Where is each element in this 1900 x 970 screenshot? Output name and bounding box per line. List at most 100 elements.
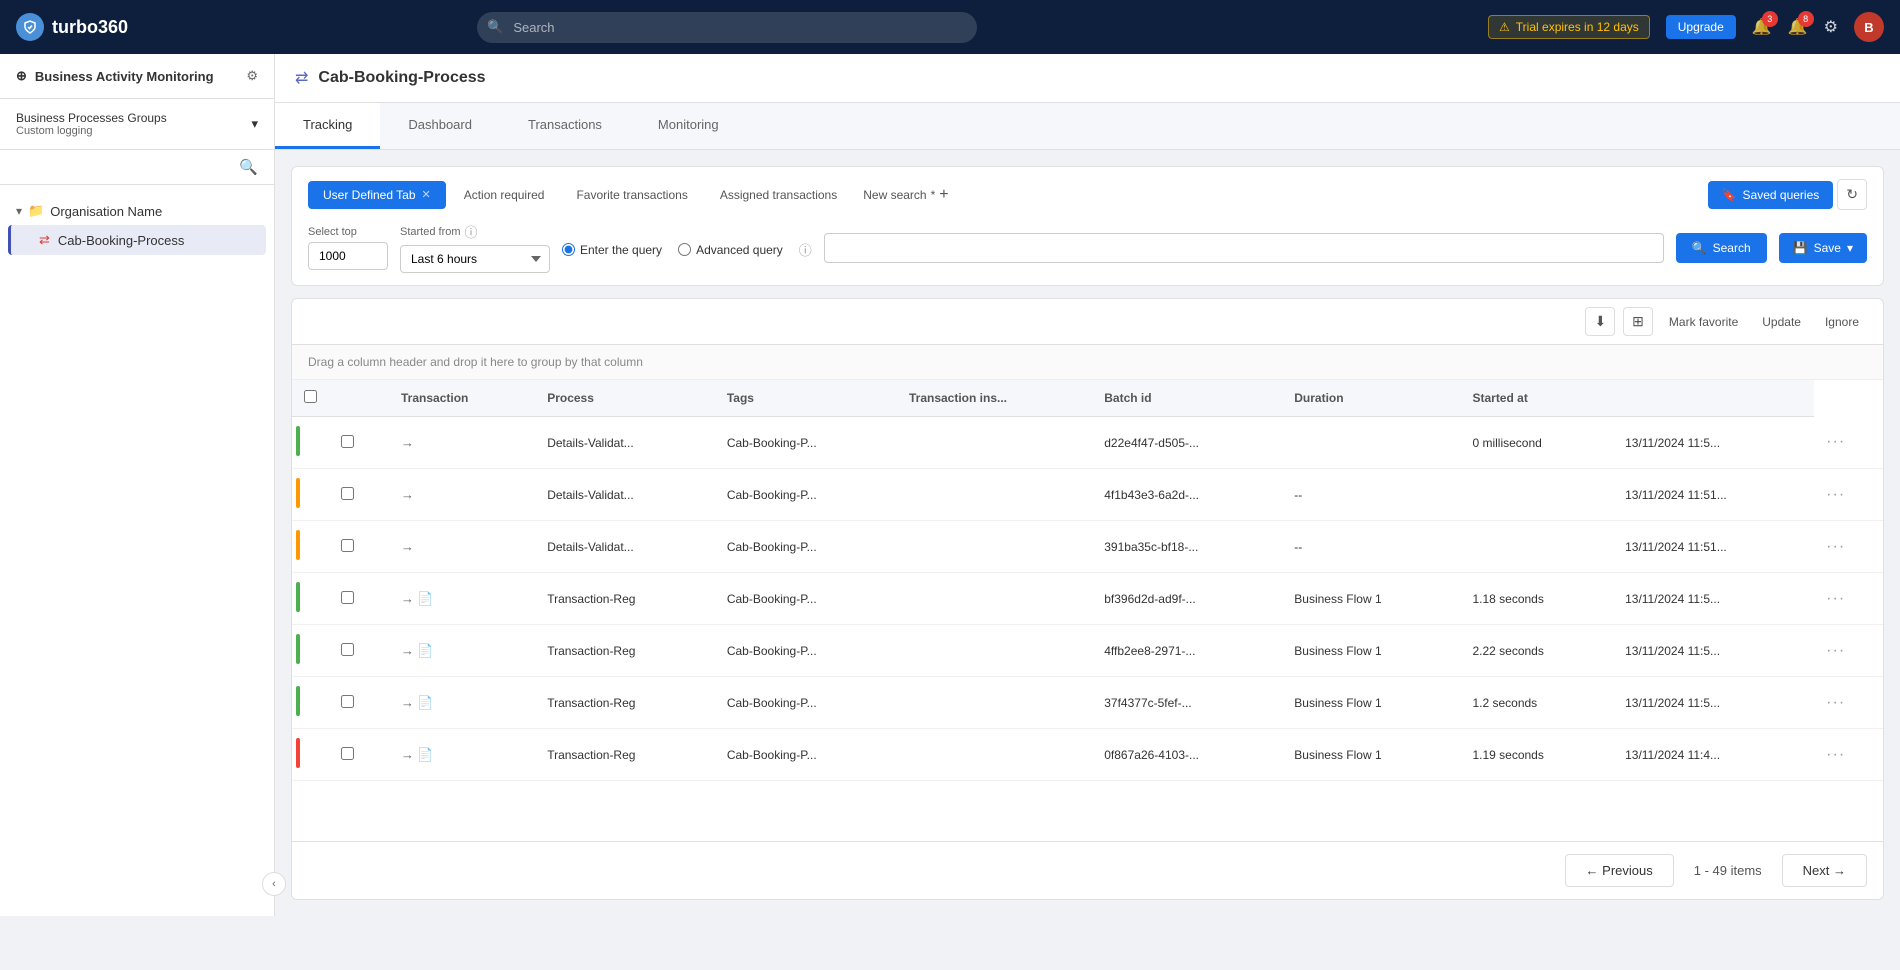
sub-tab-new-search[interactable]: New search * +	[855, 180, 956, 210]
transaction-cell: Transaction-Reg	[535, 625, 715, 677]
radio-advanced-query[interactable]: Advanced query	[678, 243, 783, 257]
row-doc-icon[interactable]: 📄	[417, 747, 433, 762]
sub-tab-user-defined[interactable]: User Defined Tab ✕	[308, 181, 446, 209]
col-transaction[interactable]: Transaction	[389, 380, 535, 417]
sidebar-settings-icon[interactable]: ⚙	[246, 68, 258, 84]
table-toolbar: ⬇ ⊞ Mark favorite Update Ignore	[292, 299, 1883, 345]
mark-favorite-button[interactable]: Mark favorite	[1661, 310, 1746, 334]
col-transaction-ins[interactable]: Transaction ins...	[897, 380, 1092, 417]
row-arrow-icon[interactable]: →	[401, 539, 414, 554]
tags-cell	[897, 677, 1092, 729]
row-actions-cell: →	[389, 417, 535, 469]
row-more-button[interactable]: ···	[1826, 538, 1845, 555]
row-arrow-icon[interactable]: →	[401, 695, 414, 710]
sub-tab-favorite[interactable]: Favorite transactions	[562, 182, 701, 208]
upgrade-button[interactable]: Upgrade	[1666, 15, 1736, 39]
col-started-at[interactable]: Started at	[1460, 380, 1613, 417]
col-batch-id[interactable]: Batch id	[1092, 380, 1282, 417]
select-all-checkbox[interactable]	[304, 390, 317, 403]
refresh-button[interactable]: ↻	[1837, 179, 1867, 210]
notification-badge-1: 3	[1762, 11, 1778, 27]
started-from-select[interactable]: Last 6 hours Last 12 hours Last 24 hours…	[400, 245, 550, 273]
row-arrow-icon[interactable]: →	[401, 487, 414, 502]
started-at-cell: 13/11/2024 11:5...	[1613, 417, 1814, 469]
col-tags[interactable]: Tags	[715, 380, 897, 417]
download-button[interactable]: ⬇	[1585, 307, 1615, 336]
sidebar-nav-item-bp[interactable]: Business Processes Groups Custom logging…	[16, 109, 258, 139]
page-header: ⇄ Cab-Booking-Process	[275, 54, 1900, 103]
batch-id-cell: Business Flow 1	[1282, 573, 1460, 625]
row-more-button[interactable]: ···	[1826, 433, 1845, 450]
row-checkbox[interactable]	[341, 539, 354, 552]
previous-button[interactable]: ← Previous	[1565, 854, 1674, 887]
table-container[interactable]: Transaction Process Tags Transaction ins…	[292, 380, 1883, 841]
status-cell	[292, 677, 329, 729]
col-process[interactable]: Process	[535, 380, 715, 417]
page-title: Cab-Booking-Process	[318, 69, 485, 87]
sidebar-search-icon[interactable]: 🔍	[239, 158, 258, 176]
sub-tab-assigned[interactable]: Assigned transactions	[706, 182, 851, 208]
close-icon[interactable]: ✕	[422, 188, 431, 201]
sidebar-nav-group[interactable]: Business Processes Groups Custom logging…	[0, 99, 274, 150]
query-input[interactable]	[824, 233, 1664, 263]
row-more-button[interactable]: ···	[1826, 590, 1845, 607]
col-duration[interactable]: Duration	[1282, 380, 1460, 417]
avatar[interactable]: B	[1854, 12, 1884, 42]
global-search-icon: 🔍	[487, 19, 503, 35]
row-checkbox[interactable]	[341, 591, 354, 604]
chevron-down-icon: ▾	[16, 204, 22, 218]
row-more-button[interactable]: ···	[1826, 486, 1845, 503]
query-mode-info-icon[interactable]: ⓘ	[799, 240, 812, 259]
tab-monitoring[interactable]: Monitoring	[630, 103, 747, 149]
row-checkbox[interactable]	[341, 435, 354, 448]
search-button[interactable]: 🔍 Search	[1676, 233, 1767, 263]
sidebar-item-cab-booking[interactable]: ⇄ Cab-Booking-Process	[8, 225, 266, 255]
plus-icon[interactable]: +	[939, 186, 948, 204]
update-button[interactable]: Update	[1754, 310, 1809, 334]
row-doc-icon[interactable]: 📄	[417, 591, 433, 606]
tags-cell	[897, 625, 1092, 677]
row-checkbox[interactable]	[341, 643, 354, 656]
row-arrow-icon[interactable]: →	[401, 591, 414, 606]
status-cell	[292, 521, 329, 573]
query-form: Select top Started from ⓘ Last 6 hours L…	[308, 222, 1867, 273]
transaction-ins-cell: 4f1b43e3-6a2d-...	[1092, 469, 1282, 521]
row-arrow-icon[interactable]: →	[401, 643, 414, 658]
notifications-icon-1[interactable]: 🔔 3	[1752, 17, 1772, 37]
row-checkbox[interactable]	[341, 747, 354, 760]
started-from-info-icon[interactable]: ⓘ	[465, 222, 478, 241]
enter-query-label: Enter the query	[580, 243, 662, 257]
transaction-cell: Details-Validat...	[535, 521, 715, 573]
columns-button[interactable]: ⊞	[1623, 307, 1653, 336]
notifications-icon-2[interactable]: 🔔 8	[1788, 17, 1808, 37]
sidebar-header: ⊕ Business Activity Monitoring ⚙	[0, 54, 274, 99]
ignore-button[interactable]: Ignore	[1817, 310, 1867, 334]
settings-icon[interactable]: ⚙	[1824, 17, 1838, 37]
row-arrow-icon[interactable]: →	[401, 435, 414, 450]
sidebar-collapse-button[interactable]: ‹	[262, 872, 286, 896]
table-body: →Details-Validat...Cab-Booking-P...d22e4…	[292, 417, 1883, 781]
tab-transactions[interactable]: Transactions	[500, 103, 630, 149]
row-checkbox[interactable]	[341, 695, 354, 708]
select-top-input[interactable]	[308, 242, 388, 270]
tree-group-org-header[interactable]: ▾ 📁 Organisation Name	[8, 197, 266, 225]
batch-id-cell: Business Flow 1	[1282, 729, 1460, 781]
started-from-label: Started from ⓘ	[400, 222, 550, 241]
row-more-button[interactable]: ···	[1826, 746, 1845, 763]
next-button[interactable]: Next →	[1782, 854, 1867, 887]
row-doc-icon[interactable]: 📄	[417, 695, 433, 710]
radio-enter-query[interactable]: Enter the query	[562, 243, 662, 257]
status-bar	[296, 738, 300, 768]
row-more-button[interactable]: ···	[1826, 694, 1845, 711]
save-button[interactable]: 💾 Save ▾	[1779, 233, 1867, 263]
tab-tracking[interactable]: Tracking	[275, 103, 380, 149]
row-more-button[interactable]: ···	[1826, 642, 1845, 659]
tab-dashboard[interactable]: Dashboard	[380, 103, 500, 149]
row-checkbox[interactable]	[341, 487, 354, 500]
global-search-input[interactable]	[477, 12, 977, 43]
saved-queries-button[interactable]: 🔖 Saved queries	[1708, 181, 1834, 209]
row-doc-icon[interactable]: 📄	[417, 643, 433, 658]
row-arrow-icon[interactable]: →	[401, 747, 414, 762]
sub-tab-action-required[interactable]: Action required	[450, 182, 559, 208]
batch-id-cell	[1282, 417, 1460, 469]
